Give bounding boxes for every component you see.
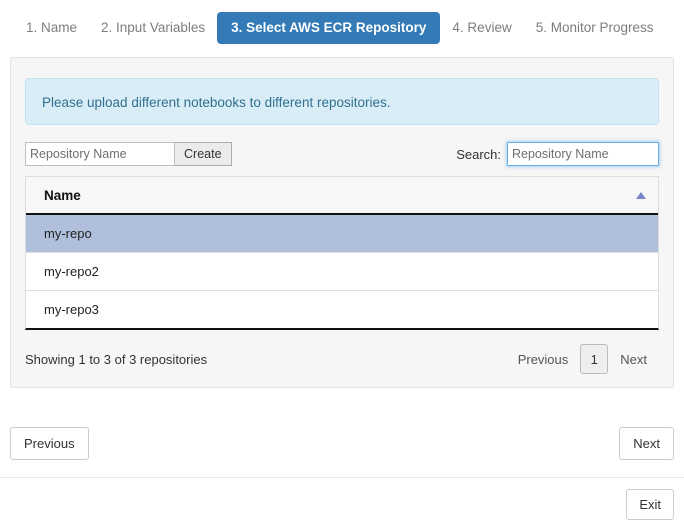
table-row[interactable]: my-repo3	[26, 291, 658, 329]
tab-review[interactable]: 4. Review	[440, 12, 523, 44]
wizard-previous-button[interactable]: Previous	[10, 427, 89, 460]
tab-monitor-progress[interactable]: 5. Monitor Progress	[524, 12, 666, 44]
pagination-next[interactable]: Next	[608, 352, 659, 367]
table-header-row: Name	[26, 177, 658, 214]
wizard-next-button[interactable]: Next	[619, 427, 674, 460]
column-header-name[interactable]: Name	[26, 177, 658, 214]
showing-info: Showing 1 to 3 of 3 repositories	[25, 352, 207, 367]
repository-name-cell: my-repo3	[26, 291, 658, 329]
tab-input-variables[interactable]: 2. Input Variables	[89, 12, 217, 44]
column-header-name-label: Name	[44, 188, 81, 203]
create-repository-group: Create	[25, 142, 232, 166]
search-group: Search:	[456, 142, 659, 166]
search-label: Search:	[456, 147, 501, 162]
repository-panel: Please upload different notebooks to dif…	[10, 57, 674, 388]
controls-row: Create Search:	[25, 142, 659, 166]
repository-name-input[interactable]	[25, 142, 175, 166]
sort-ascending-icon[interactable]	[636, 192, 646, 199]
repository-name-cell: my-repo	[26, 214, 658, 253]
create-button[interactable]: Create	[175, 142, 232, 166]
table-row[interactable]: my-repo	[26, 214, 658, 253]
pagination-previous[interactable]: Previous	[506, 352, 581, 367]
table-row[interactable]: my-repo2	[26, 253, 658, 291]
wizard-tabstrip: 1. Name 2. Input Variables 3. Select AWS…	[0, 0, 684, 46]
pagination: Previous 1 Next	[506, 344, 659, 374]
footer-actions: Exit	[626, 489, 674, 520]
table-footer: Showing 1 to 3 of 3 repositories Previou…	[25, 344, 659, 374]
wizard-navigation: Previous Next	[10, 427, 674, 460]
tab-name[interactable]: 1. Name	[14, 12, 89, 44]
pagination-page-1[interactable]: 1	[580, 344, 608, 374]
table-body: my-repo my-repo2 my-repo3	[26, 214, 658, 328]
repository-name-cell: my-repo2	[26, 253, 658, 291]
exit-button[interactable]: Exit	[626, 489, 674, 520]
tab-select-aws-ecr-repository[interactable]: 3. Select AWS ECR Repository	[217, 12, 440, 44]
search-input[interactable]	[507, 142, 659, 166]
repositories-table: Name my-repo my-repo2 my-repo3	[25, 176, 659, 330]
info-alert: Please upload different notebooks to dif…	[25, 78, 659, 125]
footer-divider	[0, 477, 684, 478]
